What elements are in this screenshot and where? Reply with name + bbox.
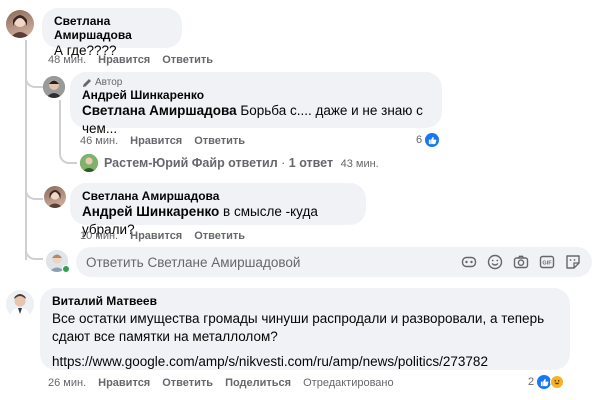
- like-icon: [537, 375, 552, 389]
- avatar[interactable]: [80, 154, 98, 172]
- avatar[interactable]: [43, 76, 65, 98]
- svg-text:GIF: GIF: [542, 261, 552, 267]
- comment-author[interactable]: Светлана Амиршадова: [54, 14, 170, 42]
- reply-button[interactable]: Ответить: [162, 377, 213, 389]
- avatar-photo: [80, 154, 98, 172]
- comment-bubble: Автор Андрей Шинкаренко Светлана Амиршад…: [70, 72, 442, 136]
- avatar[interactable]: [44, 186, 66, 208]
- reply-button[interactable]: Ответить: [194, 135, 245, 147]
- reply-time: 43 мин.: [340, 158, 379, 170]
- gif-icon[interactable]: GIF: [538, 253, 556, 271]
- reply-action: ответил: [224, 156, 278, 170]
- thread-elbow-1: [25, 58, 43, 88]
- reply-thread-elbow: [59, 140, 77, 164]
- comment-mention[interactable]: Светлана Амиршадова: [82, 103, 237, 118]
- reply-separator: ·: [277, 156, 289, 170]
- sticker-icon[interactable]: [460, 253, 478, 271]
- thread-elbow-3: [25, 230, 43, 260]
- comment-bubble: Виталий Матвеев Все остатки имущества гр…: [40, 288, 570, 370]
- camera-icon[interactable]: [512, 253, 530, 271]
- edited-label[interactable]: Отредактировано: [303, 377, 394, 389]
- comment-time[interactable]: 48 мин.: [48, 54, 86, 66]
- comment-author[interactable]: Светлана Амиршадова: [82, 189, 354, 203]
- online-indicator: [62, 265, 70, 273]
- reactions-badge[interactable]: 6: [416, 133, 440, 147]
- reply-button[interactable]: Ответить: [194, 230, 245, 242]
- comment-actions: 48 мин. Нравится Ответить: [48, 54, 213, 66]
- like-button[interactable]: Нравится: [98, 54, 150, 66]
- comment-link[interactable]: https://www.google.com/amp/s/nikvesti.co…: [52, 354, 558, 369]
- author-badge-label: Автор: [95, 77, 123, 88]
- comment-time[interactable]: 46 мин.: [80, 135, 118, 147]
- comment-actions: 10 мин. Нравится Ответить: [80, 230, 245, 242]
- like-icon: [425, 133, 440, 147]
- avatar-photo: [47, 190, 63, 208]
- reply-placeholder: Ответить Светлане Амиршадовой: [86, 254, 301, 270]
- reactions-badge[interactable]: 2: [528, 375, 565, 389]
- comment-mention[interactable]: Андрей Шинкаренко: [82, 204, 219, 219]
- comment-text: Светлана Амиршадова Борьба с.... даже и …: [82, 102, 430, 138]
- comment-bubble: Светлана Амиршадова А где????: [42, 8, 182, 58]
- reactions-count: 2: [528, 376, 535, 388]
- replier-name: Растем-Юрий Файр: [104, 156, 225, 170]
- reply-count: 1 ответ: [288, 156, 334, 170]
- comment-bubble: Светлана Амиршадова Андрей Шинкаренко в …: [70, 183, 366, 237]
- haha-icon: [550, 375, 565, 389]
- sticker-face-icon[interactable]: [564, 253, 582, 271]
- avatar[interactable]: [6, 290, 34, 318]
- comment-actions: 46 мин. Нравится Ответить: [80, 135, 245, 147]
- comment-text: Все остатки имущества громады чинуши рас…: [52, 311, 545, 344]
- avatar-photo: [6, 290, 34, 318]
- comment-author[interactable]: Андрей Шинкаренко: [82, 88, 430, 102]
- thread-elbow-2: [25, 170, 43, 200]
- comment-author[interactable]: Виталий Матвеев: [52, 294, 558, 308]
- like-button[interactable]: Нравится: [98, 377, 150, 389]
- view-replies-link[interactable]: Растем-Юрий Файр ответил · 1 ответ 43 ми…: [104, 156, 379, 170]
- share-button[interactable]: Поделиться: [225, 377, 291, 389]
- reactions-count: 6: [416, 134, 423, 146]
- avatar[interactable]: [6, 10, 34, 38]
- reply-button[interactable]: Ответить: [162, 54, 213, 66]
- author-badge: Автор: [82, 77, 430, 88]
- comment-time[interactable]: 26 мин.: [48, 377, 86, 389]
- emoji-icon[interactable]: [486, 253, 504, 271]
- like-button[interactable]: Нравится: [130, 230, 182, 242]
- avatar-photo: [43, 76, 65, 98]
- comment-time[interactable]: 10 мин.: [80, 230, 118, 242]
- pencil-icon: [83, 78, 91, 87]
- like-button[interactable]: Нравится: [130, 135, 182, 147]
- reply-input[interactable]: Ответить Светлане Амиршадовой GIF: [76, 247, 592, 277]
- avatar-photo: [10, 15, 30, 38]
- reply-thread-line: [59, 100, 61, 144]
- comment-actions: 26 мин. Нравится Ответить Поделиться Отр…: [48, 377, 394, 389]
